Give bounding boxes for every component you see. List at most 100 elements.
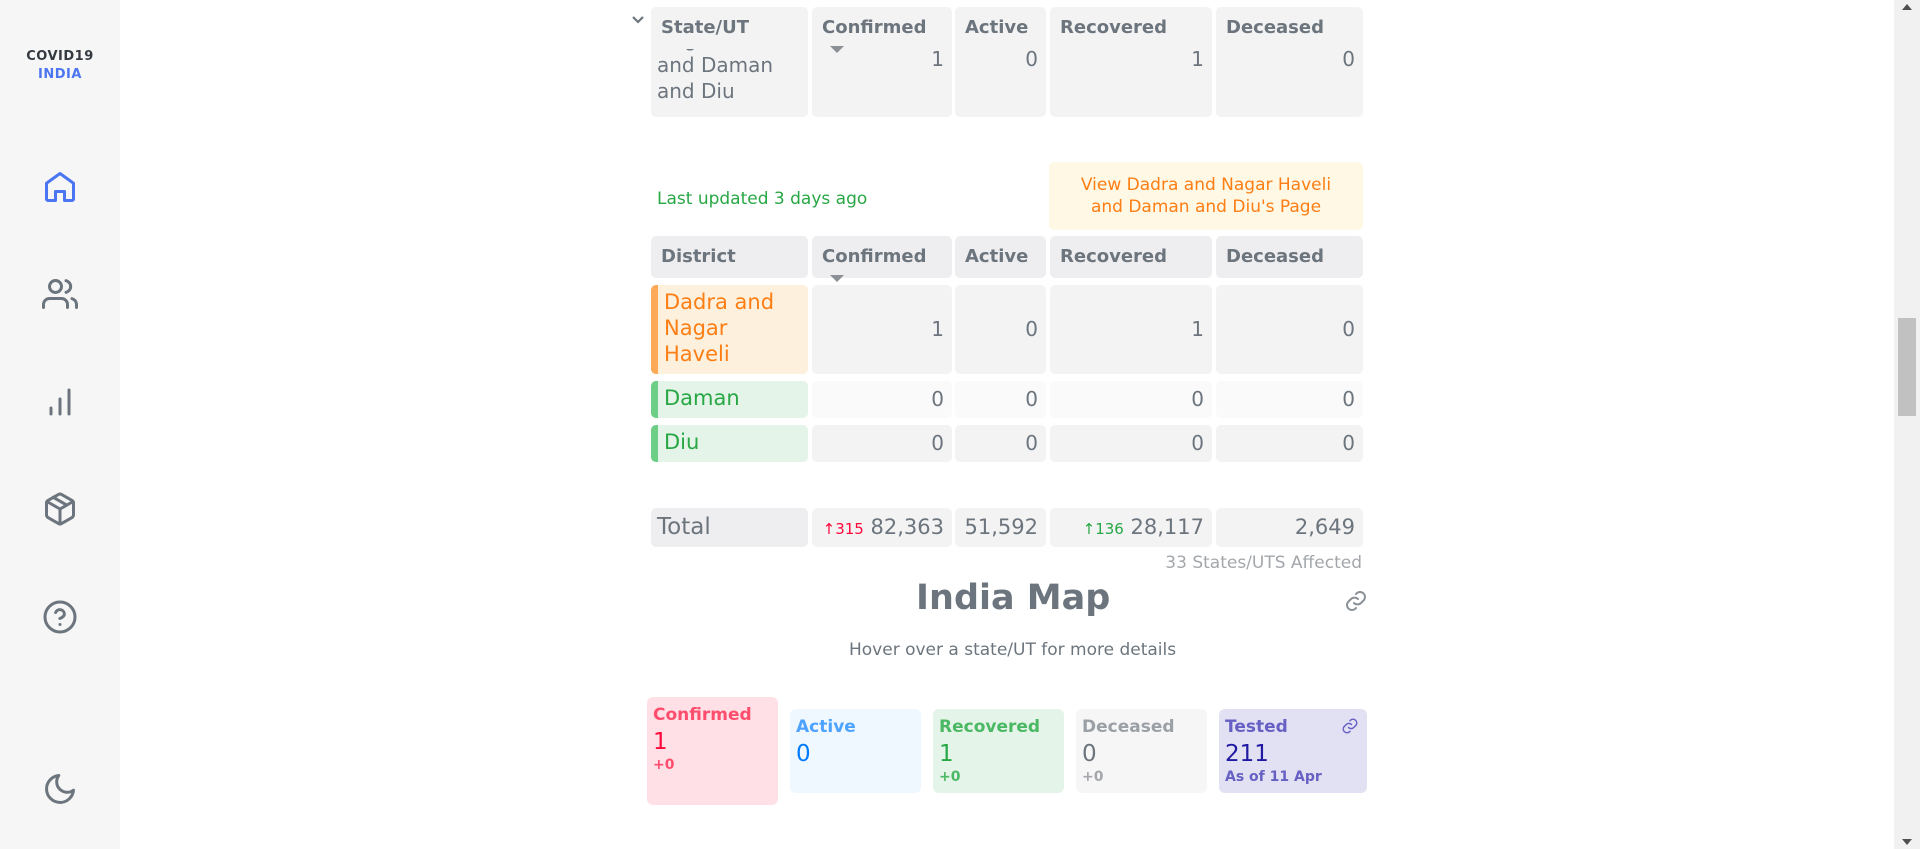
total-recovered-value: 28,117 bbox=[1130, 515, 1204, 539]
stat-tested-note: As of 11 Apr bbox=[1225, 769, 1322, 785]
map-subtitle: Hover over a state/UT for more details bbox=[849, 640, 1177, 660]
district-header-confirmed-sort[interactable]: Confirmed bbox=[812, 236, 952, 282]
stat-confirmed-label: Confirmed bbox=[653, 705, 752, 725]
logo-line-1: COVID19 bbox=[26, 49, 94, 64]
header-confirmed-label: Confirmed bbox=[822, 17, 927, 38]
sidebar: COVID19 INDIA bbox=[0, 0, 120, 849]
district-row-dadra[interactable]: Dadra and Nagar Haveli bbox=[651, 285, 808, 374]
stat-card-deceased[interactable]: Deceased 0 +0 bbox=[1076, 709, 1207, 793]
header-state-ut-label: State/UT bbox=[661, 17, 749, 38]
district-diu-recovered: 0 bbox=[1050, 425, 1212, 462]
total-recovered: ↑136 28,117 bbox=[1050, 508, 1212, 547]
states-affected-text: 33 States/UTS Affected bbox=[1165, 553, 1362, 573]
district-header-deceased-label: Deceased bbox=[1226, 246, 1324, 267]
page-scrollbar[interactable] bbox=[1894, 0, 1920, 849]
view-page-line2: and Daman and Diu's Page bbox=[1090, 197, 1322, 217]
logo-line-2: INDIA bbox=[38, 67, 82, 82]
stat-tested-value: 211 bbox=[1225, 741, 1269, 767]
district-diu-active: 0 bbox=[955, 425, 1046, 462]
district-row-daman[interactable]: Daman bbox=[651, 381, 808, 418]
header-district[interactable]: District bbox=[651, 236, 808, 278]
district-dadra-confirmed: 1 bbox=[812, 285, 952, 374]
district-header-active[interactable]: Active bbox=[955, 236, 1046, 278]
nav-demographics[interactable] bbox=[40, 274, 80, 314]
stat-deceased-value: 0 bbox=[1082, 741, 1097, 767]
stat-active-value: 0 bbox=[796, 741, 811, 767]
stat-card-tested[interactable]: Tested 211 As of 11 Apr bbox=[1219, 709, 1367, 793]
district-name: Diu bbox=[664, 430, 700, 454]
stat-recovered-delta: +0 bbox=[939, 769, 961, 785]
scroll-down-arrow-icon[interactable] bbox=[1902, 839, 1912, 845]
bar-chart-icon bbox=[49, 388, 71, 416]
header-active-label: Active bbox=[965, 17, 1029, 38]
district-diu-confirmed: 0 bbox=[812, 425, 952, 462]
district-header-deceased[interactable]: Deceased bbox=[1216, 236, 1363, 278]
stat-deceased-delta: +0 bbox=[1082, 769, 1104, 785]
help-circle-icon bbox=[43, 600, 77, 634]
stat-card-confirmed[interactable]: Confirmed 1 +0 bbox=[647, 697, 778, 805]
sort-caret-icon bbox=[830, 45, 844, 53]
total-recovered-delta: ↑136 bbox=[1082, 520, 1124, 538]
link-icon bbox=[1346, 591, 1366, 611]
header-recovered-label: Recovered bbox=[1060, 17, 1168, 38]
link-icon bbox=[1342, 718, 1358, 734]
stat-active-label: Active bbox=[796, 717, 856, 737]
home-icon bbox=[45, 172, 75, 202]
tested-source-link[interactable] bbox=[1341, 717, 1359, 735]
header-confirmed-sort[interactable]: Confirmed bbox=[812, 7, 952, 53]
total-active: 51,592 bbox=[955, 508, 1046, 547]
package-icon bbox=[45, 492, 75, 526]
district-name: Daman bbox=[664, 386, 740, 410]
district-header-recovered-label: Recovered bbox=[1060, 246, 1168, 267]
district-daman-confirmed: 0 bbox=[812, 381, 952, 418]
total-deceased: 2,649 bbox=[1216, 508, 1363, 547]
stat-confirmed-value: 1 bbox=[653, 729, 668, 755]
nav-essentials[interactable] bbox=[40, 489, 80, 529]
district-header-confirmed-label: Confirmed bbox=[822, 246, 927, 267]
total-confirmed: ↑315 82,363 bbox=[812, 508, 952, 547]
scroll-up-arrow-icon[interactable] bbox=[1902, 4, 1912, 10]
district-dadra-deceased: 0 bbox=[1216, 285, 1363, 374]
header-deceased-label: Deceased bbox=[1226, 17, 1324, 38]
map-share-button[interactable] bbox=[1344, 589, 1368, 613]
district-row-diu[interactable]: Diu bbox=[651, 425, 808, 462]
scroll-thumb[interactable] bbox=[1898, 318, 1916, 416]
district-name-line1: Dadra and bbox=[664, 290, 775, 314]
dark-mode-toggle[interactable] bbox=[40, 769, 80, 809]
users-icon bbox=[42, 279, 78, 309]
collapse-state-chevron[interactable] bbox=[629, 12, 647, 28]
district-header-active-label: Active bbox=[965, 246, 1029, 267]
total-confirmed-value: 82,363 bbox=[870, 515, 944, 539]
district-daman-recovered: 0 bbox=[1050, 381, 1212, 418]
district-diu-deceased: 0 bbox=[1216, 425, 1363, 462]
view-page-line1: View Dadra and Nagar Haveli bbox=[1080, 175, 1332, 195]
stat-confirmed-delta: +0 bbox=[653, 757, 675, 773]
district-dadra-active: 0 bbox=[955, 285, 1046, 374]
header-deceased[interactable]: Deceased bbox=[1216, 7, 1363, 49]
district-header-recovered[interactable]: Recovered bbox=[1050, 236, 1212, 278]
total-label: Total bbox=[651, 508, 808, 547]
header-recovered[interactable]: Recovered bbox=[1050, 7, 1212, 49]
district-daman-active: 0 bbox=[955, 381, 1046, 418]
nav-home[interactable] bbox=[40, 167, 80, 207]
moon-icon bbox=[45, 774, 75, 804]
view-state-page-button[interactable]: View Dadra and Nagar Haveli and Daman an… bbox=[1049, 162, 1363, 230]
map-title: India Map bbox=[916, 578, 1111, 618]
header-state-ut[interactable]: State/UT bbox=[651, 7, 808, 49]
stat-card-active[interactable]: Active 0 bbox=[790, 709, 921, 793]
nav-faq[interactable] bbox=[40, 597, 80, 637]
header-active[interactable]: Active bbox=[955, 7, 1046, 49]
chevron-down-icon bbox=[632, 16, 644, 24]
sort-caret-icon bbox=[830, 274, 844, 282]
total-confirmed-delta: ↑315 bbox=[822, 520, 864, 538]
app-logo[interactable]: COVID19 INDIA bbox=[0, 48, 120, 84]
stat-recovered-label: Recovered bbox=[939, 717, 1041, 737]
district-daman-deceased: 0 bbox=[1216, 381, 1363, 418]
nav-deep-dive[interactable] bbox=[40, 382, 80, 422]
state-name-line2: and Daman bbox=[657, 53, 774, 77]
stat-recovered-value: 1 bbox=[939, 741, 954, 767]
stat-deceased-label: Deceased bbox=[1082, 717, 1175, 737]
district-name-line3: Haveli bbox=[664, 342, 730, 366]
stat-card-recovered[interactable]: Recovered 1 +0 bbox=[933, 709, 1064, 793]
last-updated-text: Last updated 3 days ago bbox=[657, 189, 868, 209]
